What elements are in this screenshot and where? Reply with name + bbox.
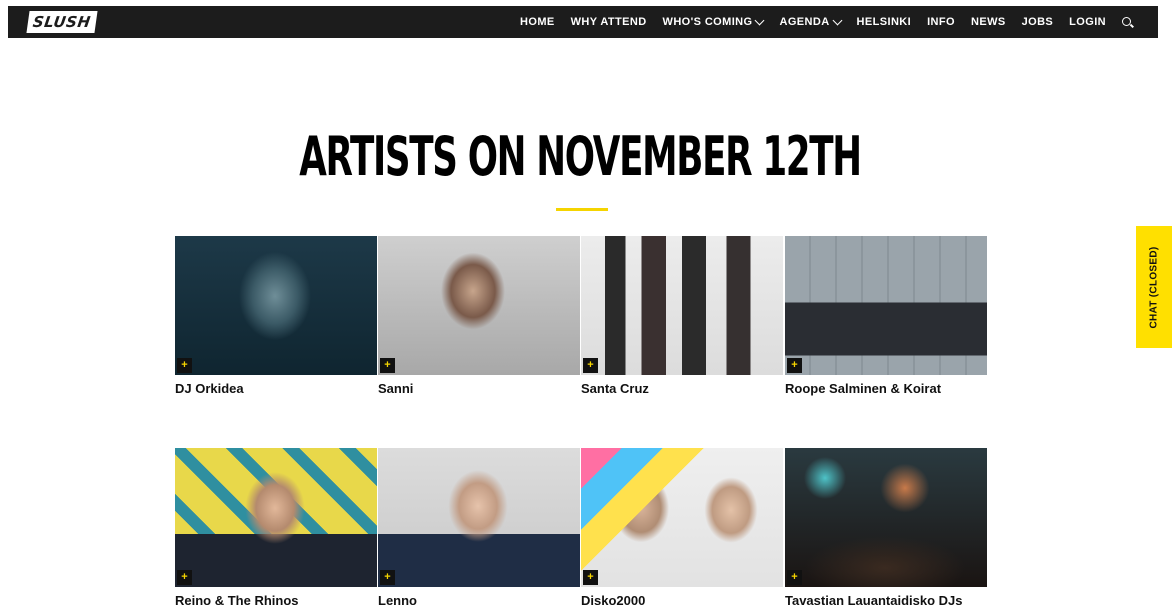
artist-card-tavastian[interactable]: + Tavastian Lauantaidisko DJs: [785, 448, 987, 608]
artist-photo[interactable]: +: [175, 236, 377, 375]
artist-name[interactable]: Sanni: [378, 381, 580, 396]
nav-info[interactable]: INFO: [927, 16, 955, 28]
nav-news[interactable]: NEWS: [971, 16, 1006, 28]
artist-photo[interactable]: +: [378, 448, 580, 587]
artist-photo[interactable]: +: [785, 236, 987, 375]
artist-card-sanni[interactable]: + Sanni: [378, 236, 580, 396]
artist-name[interactable]: Disko2000: [581, 593, 783, 608]
plus-icon[interactable]: +: [787, 358, 802, 373]
artist-photo[interactable]: +: [581, 236, 783, 375]
plus-icon[interactable]: +: [177, 570, 192, 585]
nav-jobs-label: JOBS: [1021, 16, 1054, 28]
artist-name[interactable]: Roope Salminen & Koirat: [785, 381, 987, 396]
artist-card-disko2000[interactable]: + Disko2000: [581, 448, 783, 608]
slush-logo[interactable]: SLUSH: [26, 11, 98, 33]
artist-name[interactable]: Lenno: [378, 593, 580, 608]
artist-photo[interactable]: +: [581, 448, 783, 587]
artist-card-santa-cruz[interactable]: + Santa Cruz: [581, 236, 783, 396]
plus-icon[interactable]: +: [787, 570, 802, 585]
chevron-down-icon: [755, 15, 765, 25]
artist-name[interactable]: Tavastian Lauantaidisko DJs: [785, 593, 987, 608]
nav-agenda[interactable]: AGENDA: [779, 15, 842, 28]
artist-photo[interactable]: +: [378, 236, 580, 375]
nav-news-label: NEWS: [970, 16, 1006, 28]
plus-icon[interactable]: +: [380, 570, 395, 585]
nav-login-label: LOGIN: [1069, 16, 1106, 28]
nav-why-attend-label: WHY ATTEND: [570, 16, 647, 28]
artist-card-lenno[interactable]: + Lenno: [378, 448, 580, 608]
artist-card-dj-orkidea[interactable]: + DJ Orkidea: [175, 236, 377, 396]
title-underline: [556, 208, 608, 211]
nav-info-label: INFO: [927, 16, 955, 28]
nav-login[interactable]: LOGIN: [1069, 16, 1106, 28]
search-icon[interactable]: [1122, 17, 1132, 27]
artist-photo[interactable]: +: [175, 448, 377, 587]
plus-icon[interactable]: +: [380, 358, 395, 373]
plus-icon[interactable]: +: [583, 570, 598, 585]
top-navigation-bar: SLUSH HOME WHY ATTEND WHO'S COMING AGEND…: [8, 6, 1158, 38]
nav-why-attend[interactable]: WHY ATTEND: [571, 16, 647, 28]
chat-label: CHAT (CLOSED): [1148, 245, 1160, 329]
nav-home-label: HOME: [520, 16, 555, 28]
artist-name[interactable]: Santa Cruz: [581, 381, 783, 396]
artist-name[interactable]: Reino & The Rhinos: [175, 593, 377, 608]
plus-icon[interactable]: +: [177, 358, 192, 373]
chat-tab[interactable]: CHAT (CLOSED): [1136, 226, 1172, 348]
nav-whos-coming[interactable]: WHO'S COMING: [662, 15, 765, 28]
nav-agenda-label: AGENDA: [779, 16, 830, 28]
artist-name[interactable]: DJ Orkidea: [175, 381, 377, 396]
nav-helsinki-label: HELSINKI: [856, 16, 912, 28]
plus-icon[interactable]: +: [583, 358, 598, 373]
nav-home[interactable]: HOME: [520, 16, 555, 28]
nav-whos-coming-label: WHO'S COMING: [662, 16, 753, 28]
artist-photo[interactable]: +: [785, 448, 987, 587]
main-nav: HOME WHY ATTEND WHO'S COMING AGENDA HELS…: [520, 15, 1132, 28]
artist-card-reino[interactable]: + Reino & The Rhinos: [175, 448, 377, 608]
artist-card-roope-salminen[interactable]: + Roope Salminen & Koirat: [785, 236, 987, 396]
page-title: ARTISTS ON NOVEMBER 12TH: [299, 125, 862, 188]
nav-jobs[interactable]: JOBS: [1022, 16, 1054, 28]
chevron-down-icon: [832, 15, 842, 25]
nav-helsinki[interactable]: HELSINKI: [857, 16, 912, 28]
